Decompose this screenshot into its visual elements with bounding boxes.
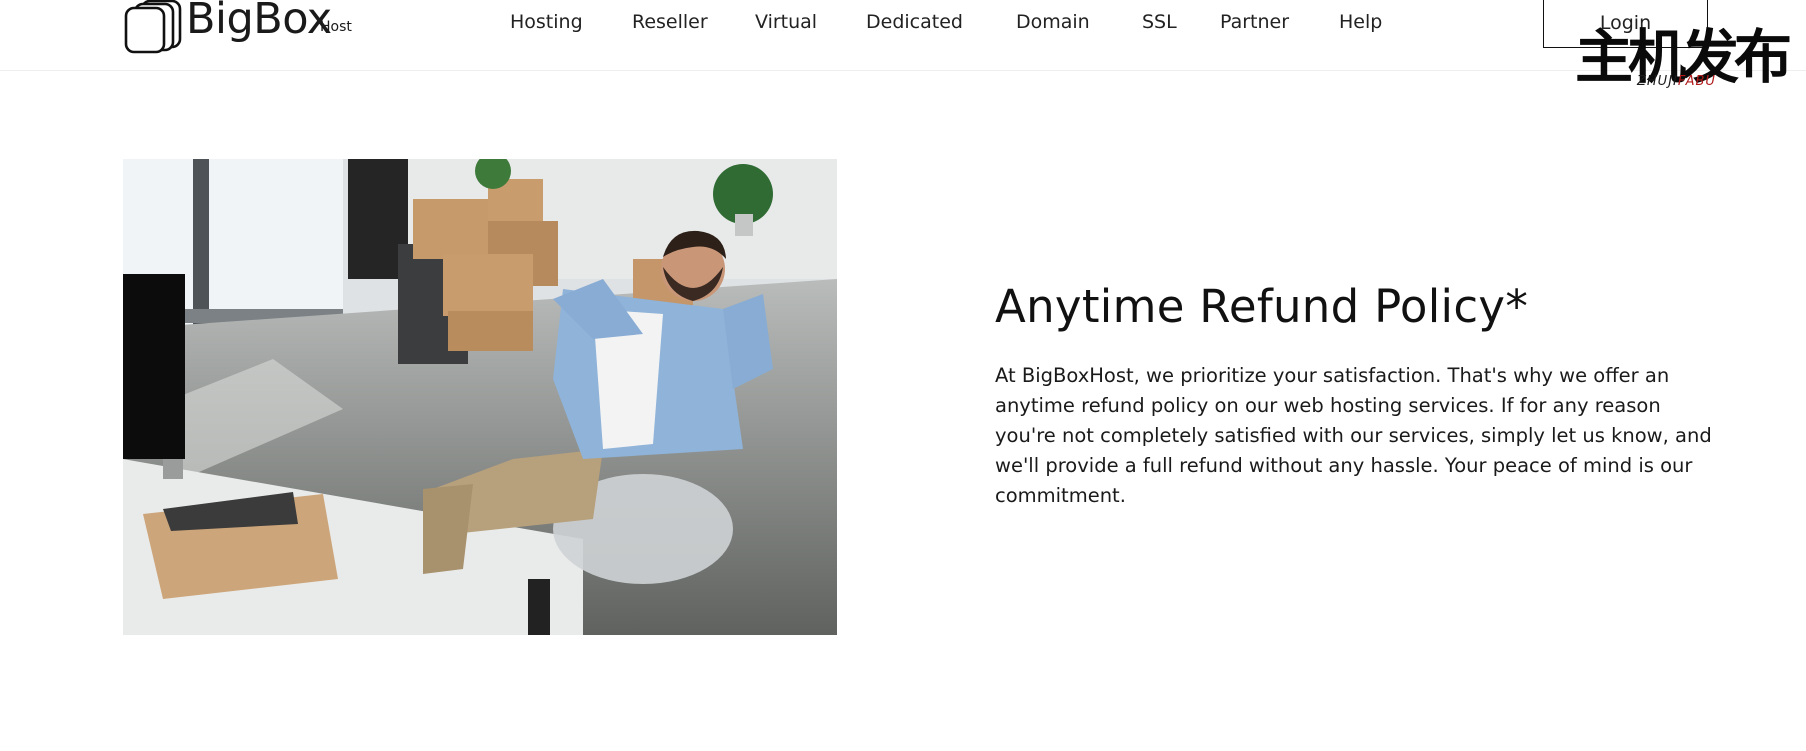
nav-item-hosting[interactable]: Hosting [510,11,583,33]
nav-item-partner[interactable]: Partner [1220,11,1289,33]
man-relaxing-photo-illustration [123,159,837,635]
nav-item-dedicated[interactable]: Dedicated [866,11,963,33]
nav-item-domain[interactable]: Domain [1016,11,1090,33]
stacked-boxes-icon [124,0,182,54]
hero-photo [123,159,837,635]
logo-wordmark: BigBox [186,0,332,44]
refund-policy-description: At BigBoxHost, we prioritize your satisf… [995,364,1712,507]
nav-item-ssl[interactable]: SSL [1142,11,1177,33]
nav-item-help[interactable]: Help [1339,11,1382,33]
nav-item-reseller[interactable]: Reseller [632,11,708,33]
refund-policy-section: Anytime Refund Policy* At BigBoxHost, we… [995,280,1725,511]
nav-item-virtual[interactable]: Virtual [755,11,817,33]
refund-policy-title: Anytime Refund Policy* [995,280,1529,333]
logo-suffix: Host [320,19,352,35]
site-header: BigBox Host Hosting Reseller Virtual Ded… [0,0,1806,71]
watermark-logo: 主机发布 ZHUJIFABU [1575,26,1792,94]
watermark-latin-text: ZHUJIFABU [1637,74,1716,89]
